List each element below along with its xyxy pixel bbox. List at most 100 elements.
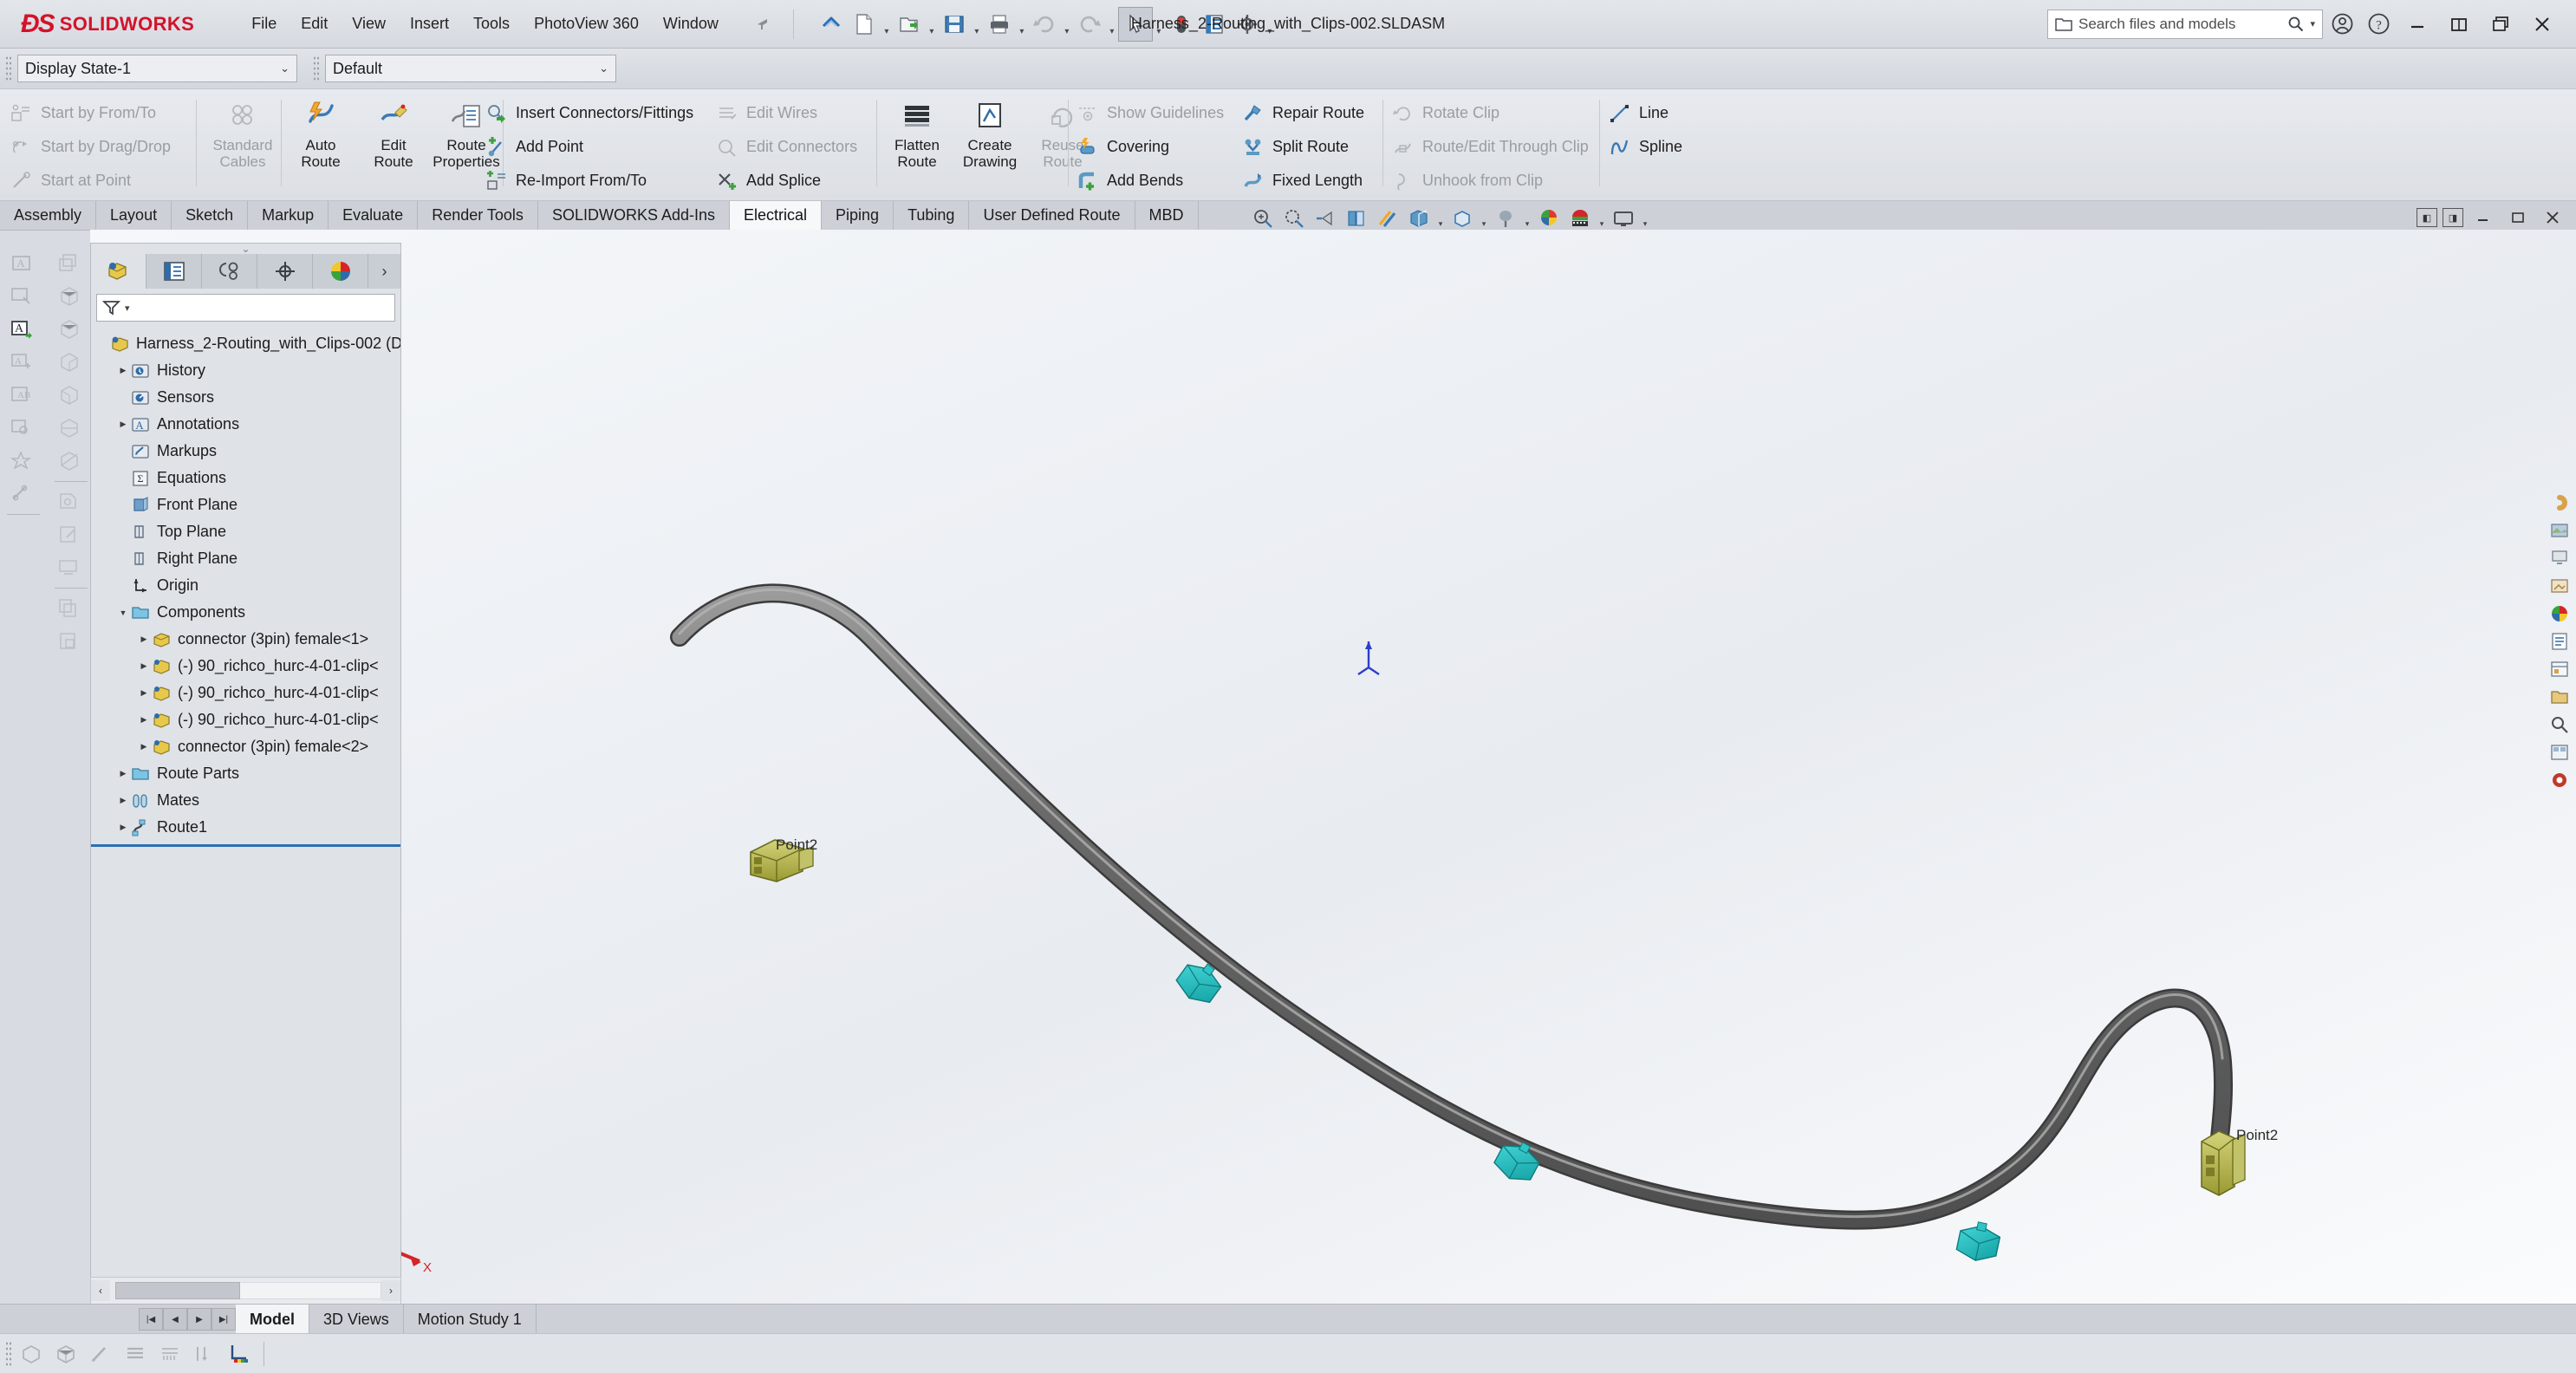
menu-tools[interactable]: Tools	[461, 10, 522, 38]
feature-manager-tab-strip[interactable]: ›	[91, 254, 400, 289]
select-dropdown[interactable]: ▾	[1153, 3, 1165, 44]
paste-view-icon[interactable]	[49, 625, 89, 658]
section-view-icon[interactable]	[1342, 205, 1371, 231]
search-panel-icon[interactable]	[2547, 712, 2573, 738]
file-properties-icon[interactable]	[1198, 8, 1231, 41]
annotation-point2-left[interactable]: Point2	[776, 836, 817, 854]
first-tab-button[interactable]: |◀	[139, 1308, 163, 1331]
right-view-icon[interactable]	[49, 346, 89, 379]
tab-model[interactable]: Model	[236, 1305, 309, 1334]
start-by-drag-drop-button[interactable]: Start by Drag/Drop	[3, 130, 178, 164]
edit-route-button[interactable]: Edit Route	[357, 89, 430, 170]
insert-note-icon[interactable]: A	[2, 313, 42, 346]
route-3d-model[interactable]	[90, 230, 2576, 1318]
tab-mbd[interactable]: MBD	[1135, 201, 1199, 230]
feature-manager-tab[interactable]	[91, 254, 146, 289]
menu-window[interactable]: Window	[651, 10, 731, 38]
insert-connectors-button[interactable]: Insert Connectors/Fittings	[478, 96, 700, 130]
tree-node-connector-1[interactable]: ▶ connector (3pin) female<1>	[91, 626, 400, 653]
new-document-icon[interactable]	[848, 8, 881, 41]
tree-node-route1[interactable]: ▶ Route1	[91, 814, 400, 841]
dimxpert-manager-tab[interactable]	[257, 254, 313, 289]
list-status-icon[interactable]	[120, 1339, 151, 1369]
select-icon[interactable]	[1117, 6, 1153, 42]
front-view-icon[interactable]	[49, 280, 89, 313]
start-by-from-to-button[interactable]: Start by From/To	[3, 96, 178, 130]
print-icon[interactable]	[983, 8, 1016, 41]
document-window-controls[interactable]: ◧ ◨	[2417, 205, 2567, 231]
display-states-icon[interactable]	[2547, 601, 2573, 627]
fixed-length-button[interactable]: Fixed Length	[1235, 164, 1371, 198]
create-drawing-button[interactable]: Create Drawing	[953, 89, 1026, 170]
scenes-tab-icon[interactable]	[2547, 517, 2573, 543]
tab-3d-views[interactable]: 3D Views	[309, 1305, 404, 1334]
tree-node-front-plane[interactable]: Front Plane	[91, 491, 400, 518]
split-route-button[interactable]: Split Route	[1235, 130, 1371, 164]
doc-close-button[interactable]	[2538, 205, 2567, 231]
open-document-dropdown[interactable]: ▾	[926, 3, 938, 44]
grip-handle-1[interactable]	[5, 55, 12, 81]
repair-route-button[interactable]: Repair Route	[1235, 96, 1371, 130]
edit-sketch-icon[interactable]	[49, 518, 89, 551]
covering-button[interactable]: Covering	[1070, 130, 1231, 164]
tree-node-markups[interactable]: Markups	[91, 438, 400, 465]
menu-edit[interactable]: Edit	[289, 10, 340, 38]
redo-dropdown[interactable]: ▾	[1106, 3, 1118, 44]
menu-view[interactable]: View	[340, 10, 398, 38]
tree-arrow-connector-1[interactable]: ▶	[136, 634, 152, 644]
rollback-bar[interactable]	[91, 844, 400, 847]
add-bends-button[interactable]: Add Bends	[1070, 164, 1231, 198]
lights-tab-icon[interactable]	[2547, 545, 2573, 571]
tree-arrow-mates[interactable]: ▶	[115, 796, 131, 805]
rotate-clip-button[interactable]: Rotate Clip	[1385, 96, 1596, 130]
redo-icon[interactable]	[1073, 8, 1106, 41]
menu-photoview[interactable]: PhotoView 360	[522, 10, 651, 38]
grip-handle-2[interactable]	[313, 55, 320, 81]
quick-access-toolbar[interactable]: ▾ ▾ ▾ ▾ ▾ ▾ ▾ ▾	[815, 3, 1276, 44]
last-tab-button[interactable]: ▶|	[211, 1308, 236, 1331]
options-gear-icon[interactable]	[1231, 8, 1264, 41]
edit-wires-button[interactable]: Edit Wires	[709, 96, 864, 130]
color-legend-icon[interactable]	[224, 1339, 255, 1369]
shaded-model-icon[interactable]	[16, 1339, 47, 1369]
tree-node-annotations[interactable]: ▶ A Annotations	[91, 411, 400, 438]
hatch-icon[interactable]	[2, 478, 42, 511]
zoom-to-fit-icon[interactable]	[1248, 205, 1278, 231]
display-monitor-icon[interactable]	[1609, 205, 1638, 231]
menu-insert[interactable]: Insert	[398, 10, 461, 38]
tree-node-history[interactable]: ▶ History	[91, 357, 400, 384]
view-settings-icon[interactable]	[1565, 205, 1595, 231]
auto-route-button[interactable]: Auto Route	[284, 89, 357, 170]
grid-status-icon[interactable]	[154, 1339, 185, 1369]
wireframe-model-icon[interactable]	[50, 1339, 81, 1369]
block-icon[interactable]: AB	[2, 379, 42, 412]
next-tab-button[interactable]: ▶	[187, 1308, 211, 1331]
show-guidelines-button[interactable]: Show Guidelines	[1070, 96, 1231, 130]
display-style-icon[interactable]	[1404, 205, 1434, 231]
tree-node-clip-2[interactable]: ▶ (-) 90_richco_hurc-4-01-clip<	[91, 680, 400, 706]
standard-cables-button[interactable]: Standard Cables	[206, 89, 279, 170]
balloon-icon[interactable]	[2, 280, 42, 313]
unhook-from-clip-button[interactable]: Unhook from Clip	[1385, 164, 1596, 198]
tree-arrow-clip-2[interactable]: ▶	[136, 688, 152, 698]
tab-layout[interactable]: Layout	[96, 201, 172, 230]
tree-node-connector-2[interactable]: ▶ connector (3pin) female<2>	[91, 733, 400, 760]
tab-evaluate[interactable]: Evaluate	[329, 201, 419, 230]
tree-node-sensors[interactable]: Sensors	[91, 384, 400, 411]
tree-node-top-plane[interactable]: Top Plane	[91, 518, 400, 545]
measure-status-icon[interactable]	[189, 1339, 220, 1369]
left-view-icon[interactable]	[49, 379, 89, 412]
scroll-thumb[interactable]	[115, 1282, 240, 1299]
magnifier-icon[interactable]	[2287, 16, 2304, 32]
property-manager-tab[interactable]	[146, 254, 202, 289]
view-orientation-icon[interactable]	[1373, 205, 1402, 231]
viewport-edge-toolbar[interactable]	[2545, 490, 2574, 793]
pin-icon[interactable]	[741, 10, 784, 39]
appearances-tab-icon[interactable]	[2547, 490, 2573, 516]
scroll-left-button[interactable]: ‹	[91, 1280, 110, 1301]
copy-view-icon[interactable]	[49, 592, 89, 625]
tile-right-button[interactable]: ◨	[2443, 208, 2463, 227]
doc-restore-button[interactable]	[2503, 205, 2533, 231]
assembly-view-toolbar[interactable]	[49, 247, 93, 658]
route-edit-through-clip-button[interactable]: Route/Edit Through Clip	[1385, 130, 1596, 164]
